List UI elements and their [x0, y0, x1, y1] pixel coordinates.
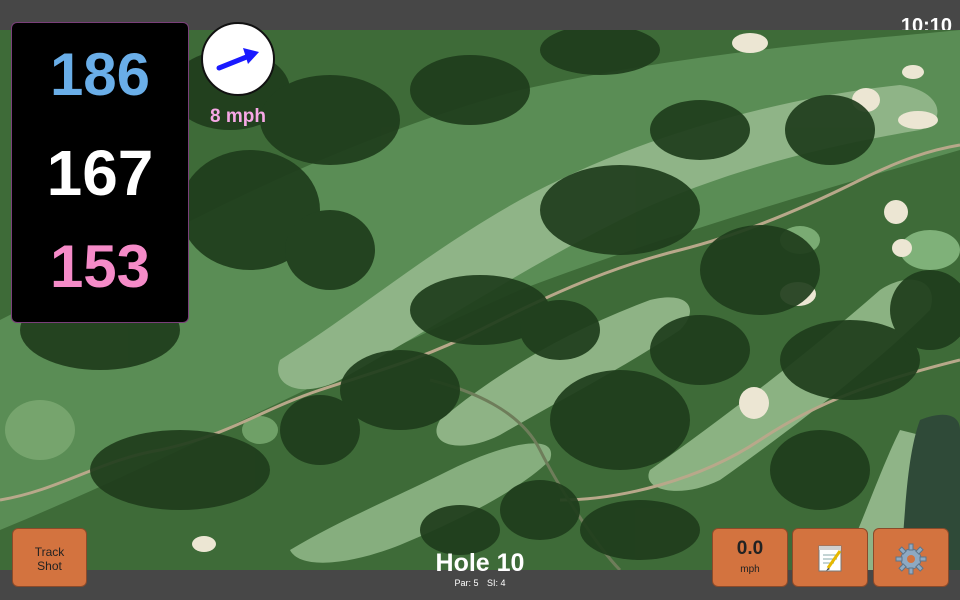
- gear-icon: [895, 543, 927, 575]
- speed-unit: mph: [740, 564, 760, 575]
- notepad-icon: [818, 545, 842, 572]
- front-distance: 153: [49, 233, 151, 300]
- settings-button[interactable]: [873, 528, 949, 587]
- track-shot-button[interactable]: Track Shot: [12, 528, 87, 587]
- wind-direction-arrow-icon: [216, 48, 259, 71]
- back-distance: 186: [49, 41, 151, 108]
- speed-button[interactable]: 0.0 mph: [712, 528, 788, 587]
- hole-title: Hole 10: [435, 549, 525, 577]
- track-shot-label-line2: Shot: [37, 559, 62, 573]
- track-shot-label-line1: Track: [34, 545, 65, 559]
- speed-value: 0.0: [736, 538, 764, 559]
- stroke-index-label: SI: 4: [487, 578, 506, 588]
- wind-indicator: [201, 22, 275, 96]
- notes-button[interactable]: [792, 528, 868, 587]
- distance-panel: 186 167 153: [11, 22, 189, 323]
- hole-details: Par: 5 SI: 4: [380, 578, 580, 588]
- hole-info: Hole 10 Par: 5 SI: 4: [380, 548, 580, 588]
- par-label: Par: 5: [454, 578, 479, 588]
- wind-speed-label: 8 mph: [210, 106, 266, 127]
- center-distance: 167: [46, 137, 154, 209]
